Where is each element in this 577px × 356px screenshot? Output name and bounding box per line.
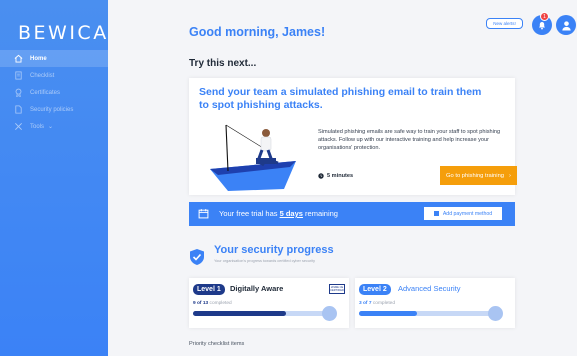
sidebar-item-label: Tools bbox=[30, 123, 45, 130]
sidebar-item-label: Certificates bbox=[30, 89, 61, 96]
add-payment-method-button[interactable]: Add payment method bbox=[424, 207, 502, 220]
sidebar-item-home[interactable]: Home bbox=[0, 50, 108, 67]
shield-check-icon bbox=[190, 249, 204, 265]
checklist-icon bbox=[14, 71, 23, 80]
level-done-suffix: completed bbox=[372, 301, 396, 306]
level-done-suffix: completed bbox=[209, 301, 232, 306]
trial-text-after: remaining bbox=[302, 209, 338, 218]
level-done-count: 3 of 7 bbox=[359, 301, 372, 306]
trial-message: Your free trial has 5 days remaining bbox=[219, 209, 338, 218]
level-progress-text: 3 of 7 completed bbox=[359, 301, 395, 306]
progress-bar bbox=[193, 311, 328, 316]
app-logo: BEWICA bbox=[18, 22, 109, 44]
sidebar-item-label: Checklist bbox=[30, 72, 55, 79]
notification-count-badge: 1 bbox=[540, 12, 549, 21]
trial-days-link[interactable]: 5 days bbox=[280, 209, 303, 218]
sidebar-item-label: Home bbox=[30, 55, 47, 62]
certification-badge: IASME CE CERTIFIED bbox=[329, 284, 345, 294]
calendar-icon bbox=[198, 209, 209, 219]
phishing-training-button-label: Go to phishing training bbox=[446, 172, 505, 179]
security-progress-title: Your security progress bbox=[214, 244, 334, 256]
sidebar-nav: Home Checklist Certificates Security pol… bbox=[0, 50, 108, 135]
level-name: Digitally Aware bbox=[230, 284, 284, 293]
security-progress-subtitle: Your organisation's progress towards cer… bbox=[214, 259, 316, 263]
level-badge: Level 2 bbox=[359, 284, 391, 295]
bell-icon bbox=[539, 22, 545, 30]
phishing-card-description: Simulated phishing emails are safe way t… bbox=[318, 129, 501, 151]
progress-indicator bbox=[488, 306, 503, 321]
add-payment-method-label: Add payment method bbox=[442, 210, 493, 217]
level-progress-text: 9 of 13 completed bbox=[193, 301, 232, 306]
fishing-illustration bbox=[210, 124, 296, 191]
sidebar-item-label: Security policies bbox=[30, 106, 74, 113]
sidebar-item-tools[interactable]: Tools ⌄ bbox=[0, 118, 108, 135]
tools-icon bbox=[14, 122, 23, 131]
new-alerts-button[interactable]: New alerts! bbox=[486, 18, 523, 29]
clock-icon bbox=[318, 173, 324, 179]
sidebar: BEWICA Home Checklist Certificates Secur… bbox=[0, 0, 108, 356]
trial-banner: Your free trial has 5 days remaining Add… bbox=[189, 202, 515, 226]
card-icon bbox=[433, 211, 439, 216]
progress-bar bbox=[359, 311, 494, 316]
level-done-count: 9 of 13 bbox=[193, 301, 209, 306]
duration-text: 5 minutes bbox=[327, 173, 354, 179]
certificate-icon bbox=[14, 88, 23, 97]
user-icon bbox=[561, 20, 571, 30]
progress-indicator bbox=[322, 306, 337, 321]
home-icon bbox=[14, 54, 23, 63]
phishing-training-button[interactable]: Go to phishing training › bbox=[440, 166, 517, 185]
section-heading-try-next: Try this next... bbox=[189, 58, 257, 69]
chevron-right-icon: › bbox=[509, 172, 511, 179]
duration-label: 5 minutes bbox=[318, 173, 353, 179]
phishing-card: Send your team a simulated phishing emai… bbox=[189, 78, 517, 195]
sidebar-item-certificates[interactable]: Certificates bbox=[0, 84, 108, 101]
sidebar-item-checklist[interactable]: Checklist bbox=[0, 67, 108, 84]
main-content: Good morning, James! New alerts! 1 Try t… bbox=[108, 0, 577, 356]
page-title: Good morning, James! bbox=[189, 25, 326, 39]
level-name: Advanced Security bbox=[398, 284, 461, 293]
progress-bar-fill bbox=[359, 311, 418, 316]
trial-text-before: Your free trial has bbox=[219, 209, 280, 218]
level-card[interactable]: Level 1 Digitally Aware IASME CE CERTIFI… bbox=[189, 278, 349, 328]
progress-bar-fill bbox=[193, 311, 287, 316]
document-icon bbox=[14, 105, 23, 114]
phishing-card-title: Send your team a simulated phishing emai… bbox=[199, 86, 482, 111]
user-avatar[interactable] bbox=[556, 15, 576, 35]
level-badge: Level 1 bbox=[193, 284, 225, 295]
priority-checklist-heading: Priority checklist items bbox=[189, 341, 245, 347]
level-card[interactable]: Level 2 Advanced Security 3 of 7 complet… bbox=[355, 278, 515, 328]
sidebar-item-security-policies[interactable]: Security policies bbox=[0, 101, 108, 118]
chevron-down-icon: ⌄ bbox=[48, 124, 54, 130]
